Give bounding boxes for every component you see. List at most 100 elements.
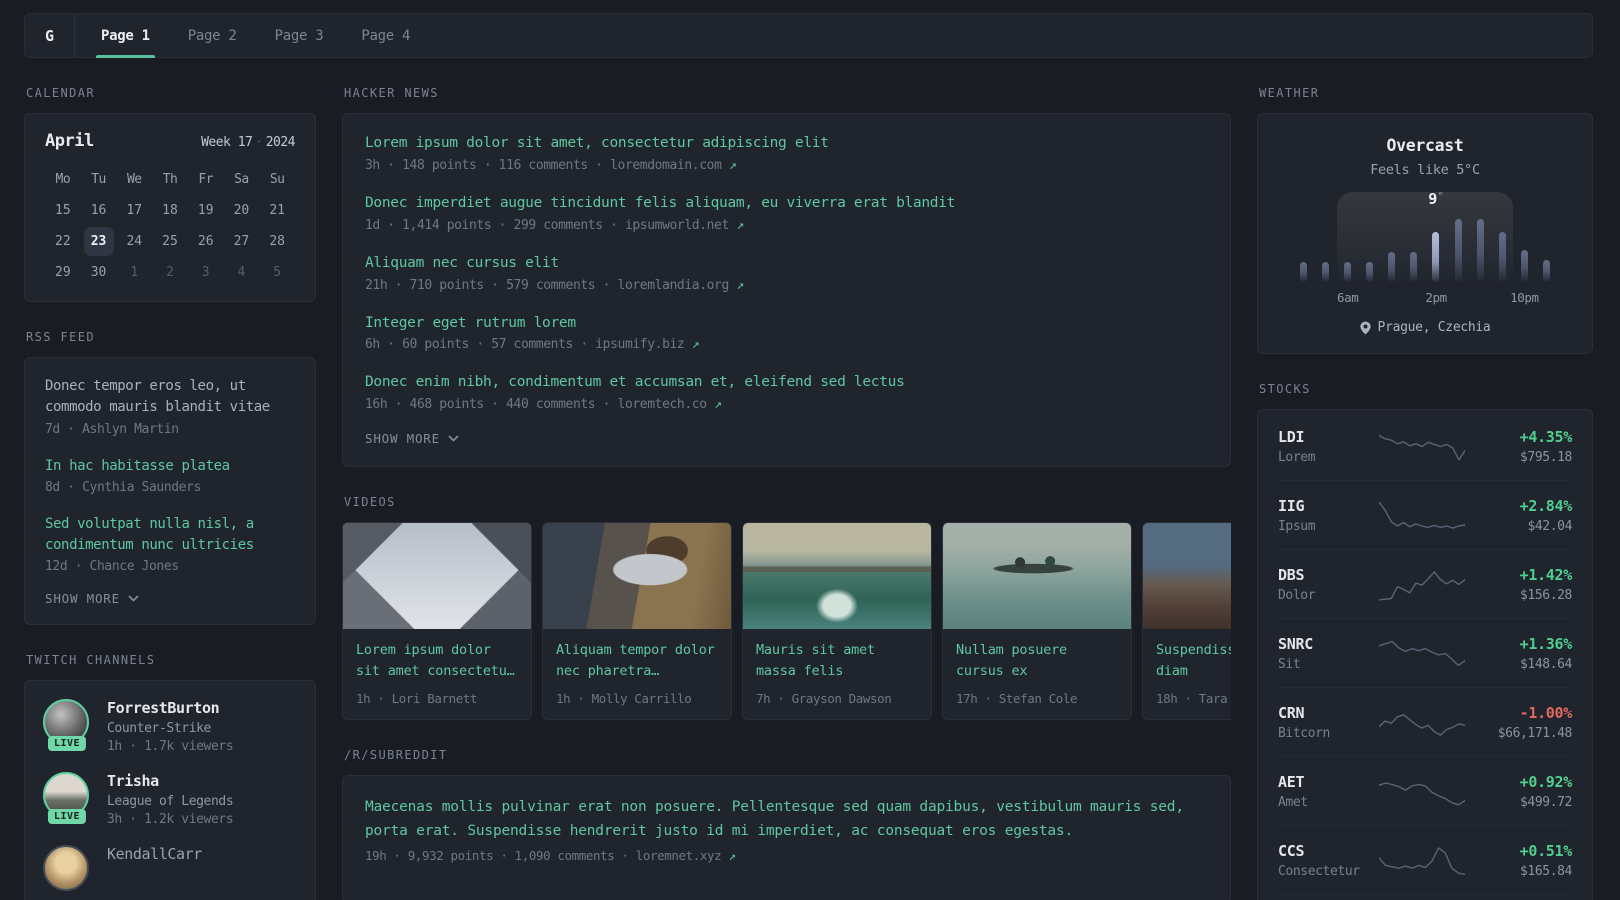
external-link-icon: ↗ (691, 337, 700, 353)
story-meta: 16h · 468 points · 440 comments · loremt… (365, 397, 1208, 412)
twitch-channel-row[interactable]: LIVE Trisha League of Legends 3h · 1.2k … (43, 772, 297, 827)
story-domain[interactable]: ipsumify.biz (595, 337, 685, 352)
twitch-channel-row[interactable]: KendallCarr (43, 845, 297, 892)
channel-info: KendallCarr (107, 845, 202, 863)
tab-page-4[interactable]: Page 4 (347, 14, 424, 57)
video-title[interactable]: Nullam posuere cursus ex (956, 640, 1118, 682)
story: Donec enim nibh, condimentum et accumsan… (365, 373, 1208, 412)
calendar-day: 15 (55, 203, 71, 218)
hackernews-show-more-button[interactable]: SHOW MORE (365, 431, 1208, 446)
post-link[interactable]: Maecenas mollis pulvinar erat non posuer… (365, 796, 1208, 843)
videos-section: VIDEOS Lorem ipsum dolor sit amet consec… (342, 495, 1231, 721)
story: Lorem ipsum dolor sit amet, consectetur … (365, 134, 1208, 173)
tab-page-2[interactable]: Page 2 (174, 14, 251, 57)
weather-bar (1454, 219, 1462, 282)
stock-row: DBS Dolor +1.42% $156.28 (1278, 550, 1572, 619)
top-nav: G Page 1 Page 2 Page 3 Page 4 (24, 13, 1593, 58)
video-title[interactable]: Aliquam tempor dolor nec pharetra… (556, 640, 718, 682)
middle-column: HACKER NEWS Lorem ipsum dolor sit amet, … (342, 86, 1231, 900)
story-domain[interactable]: ipsumworld.net (625, 218, 729, 233)
story-stats: 16h · 468 points · 440 comments · (365, 397, 618, 413)
stock-id: AET Amet (1278, 773, 1374, 810)
story-domain[interactable]: loremlandia.org (618, 278, 730, 293)
stock-sparkline (1374, 426, 1470, 466)
rss-item-link[interactable]: Sed volutpat nulla nisl, a condimentum n… (45, 514, 295, 557)
calendar-year: 2024 (265, 135, 296, 150)
video-thumbnail (343, 523, 531, 630)
weather-time-label: 10pm (1510, 290, 1539, 305)
calendar-header: April Week 17 · 2024 (45, 131, 296, 151)
story-domain[interactable]: loremdomain.com (610, 158, 722, 173)
stock-symbol: CRN (1278, 703, 1305, 722)
channel-name[interactable]: Trisha (107, 772, 233, 790)
rss-item-meta: 7d · Ashlyn Martin (45, 421, 179, 437)
stock-id: DBS Dolor (1278, 566, 1374, 603)
post-domain[interactable]: loremnet.xyz (636, 848, 722, 863)
channel-name[interactable]: ForrestBurton (107, 699, 233, 717)
calendar-day: 5 (273, 265, 282, 280)
stock-name: Lorem (1278, 449, 1316, 465)
weather-bars (1300, 194, 1550, 282)
story: Aliquam nec cursus elit 21h · 710 points… (365, 254, 1208, 293)
stock-row: AHS +0.46% (1278, 895, 1572, 900)
calendar-section-title: CALENDAR (26, 86, 95, 100)
rss-item-meta: 12d · Chance Jones (45, 559, 179, 575)
story-link[interactable]: Integer eget rutrum lorem (365, 314, 1208, 333)
weather-section: WEATHER Overcast Feels like 5°C 9° 6am 2p… (1257, 86, 1593, 354)
hackernews-widget: Lorem ipsum dolor sit amet, consectetur … (342, 113, 1231, 468)
story-link[interactable]: Lorem ipsum dolor sit amet, consectetur … (365, 134, 1208, 153)
weather-bar (1300, 262, 1307, 282)
video-card[interactable]: Aliquam tempor dolor nec pharetra… 1h · … (542, 522, 732, 721)
weather-location: Prague, Czechia (1278, 320, 1572, 335)
calendar-day: 16 (90, 203, 107, 218)
stock-row: CRN Bitcorn -1.00% $66,171.48 (1278, 688, 1572, 757)
video-title[interactable]: Suspendisse eget diam (1156, 640, 1231, 682)
calendar-day: 18 (162, 203, 178, 218)
stock-sparkline (1374, 633, 1470, 673)
story-link[interactable]: Donec imperdiet augue tincidunt felis al… (365, 194, 1208, 213)
stock-sparkline (1374, 771, 1470, 811)
story-link[interactable]: Aliquam nec cursus elit (365, 254, 1208, 273)
calendar-section: CALENDAR April Week 17 · 2024 Mo Tu We Th Fr Sa… (24, 86, 316, 302)
stock-change: +2.84% (1519, 496, 1573, 515)
stock-symbol: DBS (1278, 565, 1305, 584)
video-card[interactable]: Suspendisse eget diam 18h · Tara (1142, 522, 1231, 721)
calendar-day: 25 (162, 234, 178, 249)
calendar-day: 24 (126, 234, 143, 249)
chevron-down-icon (448, 435, 459, 442)
video-card[interactable]: Nullam posuere cursus ex 17h · Stefan Co… (942, 522, 1132, 721)
stock-change: +0.51% (1519, 841, 1573, 860)
story-link[interactable]: Donec enim nibh, condimentum et accumsan… (365, 373, 1208, 392)
app-logo[interactable]: G (25, 14, 75, 57)
tab-page-3[interactable]: Page 3 (261, 14, 338, 57)
stock-price: $42.04 (1527, 518, 1572, 534)
stock-values: +1.36% $148.64 (1470, 635, 1573, 672)
calendar-day: 27 (233, 234, 250, 249)
tab-page-1[interactable]: Page 1 (87, 14, 164, 58)
rss-item: In hac habitasse platea 8d · Cynthia Sau… (45, 456, 295, 495)
left-column: CALENDAR April Week 17 · 2024 Mo Tu We Th Fr Sa… (24, 86, 316, 900)
twitch-channel-row[interactable]: LIVE ForrestBurton Counter-Strike 1h · 1… (43, 699, 297, 754)
stock-change: +0.92% (1519, 772, 1573, 791)
rss-item-link[interactable]: In hac habitasse platea (45, 456, 295, 477)
rss-show-more-button[interactable]: SHOW MORE (45, 591, 295, 606)
weather-condition: Overcast (1386, 136, 1464, 155)
stock-symbol: LDI (1278, 427, 1305, 446)
video-meta: 1h · Lori Barnett (356, 691, 478, 707)
channel-name[interactable]: KendallCarr (107, 845, 202, 863)
stock-sparkline (1374, 564, 1470, 604)
video-card[interactable]: Mauris sit amet massa felis 7h · Grayson… (742, 522, 932, 721)
rss-item-link[interactable]: Donec tempor eros leo, ut commodo mauris… (45, 376, 295, 419)
show-more-label: SHOW MORE (365, 431, 440, 447)
story-stats: 1d · 1,414 points · 299 comments · (365, 217, 625, 233)
video-card[interactable]: Lorem ipsum dolor sit amet consectetu… 1… (342, 522, 532, 721)
video-title[interactable]: Mauris sit amet massa felis (756, 640, 918, 682)
external-link-icon: ↗ (728, 157, 737, 173)
video-meta: 17h · Stefan Cole (956, 691, 1078, 707)
video-title[interactable]: Lorem ipsum dolor sit amet consectetu… (356, 640, 518, 682)
calendar-widget: April Week 17 · 2024 Mo Tu We Th Fr Sa Su 15 16 17 1… (24, 113, 316, 302)
rss-item: Sed volutpat nulla nisl, a condimentum n… (45, 514, 295, 575)
story-domain[interactable]: loremtech.co (618, 397, 708, 412)
calendar-day: 17 (126, 203, 143, 218)
stock-change: +1.42% (1519, 565, 1573, 584)
